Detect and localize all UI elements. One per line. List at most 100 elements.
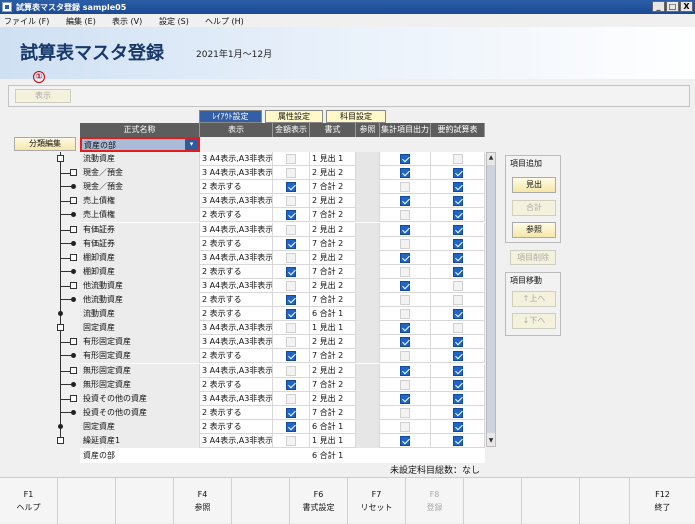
checkbox-agg[interactable]	[400, 224, 410, 235]
f12-button[interactable]: F12 終了	[630, 478, 695, 524]
table-row[interactable]: 他流動資産 3 A4表示,A3非表示 2 見出 2	[80, 278, 485, 293]
f1-button[interactable]: F1 ヘルプ	[0, 478, 58, 524]
cell-name[interactable]: 有価証券	[80, 236, 200, 251]
cell-display[interactable]: 3 A4表示,A3非表示	[200, 434, 273, 448]
cell-name[interactable]: 有価証券	[80, 222, 200, 237]
cell-name[interactable]: 棚卸資産	[80, 250, 200, 265]
table-row[interactable]: 売上債権 3 A4表示,A3非表示 2 見出 2	[80, 194, 485, 209]
menu-edit[interactable]: 編集 (E)	[66, 16, 96, 27]
checkbox-amt[interactable]	[286, 182, 296, 193]
checkbox-amt[interactable]	[286, 379, 296, 390]
checkbox-agg[interactable]	[400, 323, 410, 334]
checkbox-agg[interactable]	[400, 210, 410, 221]
cell-display[interactable]: 2 表示する	[200, 349, 273, 364]
checkbox-amt[interactable]	[286, 365, 296, 376]
cell-name[interactable]: 有形固定資産	[80, 335, 200, 350]
move-down-button[interactable]: ↓下へ	[512, 313, 556, 329]
table-row[interactable]: 有形固定資産 2 表示する 7 合計 2	[80, 349, 485, 364]
cell-format[interactable]: 7 合計 2	[310, 208, 356, 223]
cell-name[interactable]: 投資その他の資産	[80, 405, 200, 420]
checkbox-agg[interactable]	[400, 266, 410, 277]
table-row[interactable]: 固定資産 3 A4表示,A3非表示 1 見出 1	[80, 321, 485, 336]
checkbox-sum[interactable]	[453, 154, 463, 164]
checkbox-agg[interactable]	[400, 252, 410, 263]
checkbox-agg[interactable]	[400, 436, 410, 446]
checkbox-sum[interactable]	[453, 238, 463, 249]
cell-name[interactable]: 現金／預金	[80, 166, 200, 181]
checkbox-sum[interactable]	[453, 210, 463, 221]
tree-node-expand[interactable]	[70, 225, 77, 233]
cell-display[interactable]: 2 表示する	[200, 236, 273, 251]
table-row[interactable]: 投資その他の資産 2 表示する 7 合計 2	[80, 405, 485, 420]
checkbox-sum[interactable]	[453, 379, 463, 390]
total-button[interactable]: 合計	[512, 200, 556, 216]
table-row[interactable]: 固定資産 2 表示する 6 合計 1	[80, 419, 485, 434]
checkbox-amt[interactable]	[286, 266, 296, 277]
cell-name[interactable]: 流動資産	[80, 307, 200, 322]
table-row[interactable]: 現金／預金 2 表示する 7 合計 2	[80, 180, 485, 195]
cell-format[interactable]: 6 合計 1	[310, 419, 356, 434]
cell-name[interactable]: 投資その他の資産	[80, 391, 200, 406]
cell-display[interactable]: 2 表示する	[200, 293, 273, 307]
scroll-up-icon[interactable]: ▲	[487, 153, 495, 163]
tab-attribute[interactable]: 属性設定	[265, 110, 323, 123]
reference-button[interactable]: 参照	[512, 222, 556, 238]
table-row[interactable]: 投資その他の資産 3 A4表示,A3非表示 2 見出 2	[80, 391, 485, 406]
cell-display[interactable]: 3 A4表示,A3非表示	[200, 194, 273, 209]
cell-display[interactable]: 3 A4表示,A3非表示	[200, 278, 273, 293]
checkbox-amt[interactable]	[286, 224, 296, 235]
menu-help[interactable]: ヘルプ (H)	[205, 16, 244, 27]
table-row[interactable]: 流動資産 3 A4表示,A3非表示 1 見出 1	[80, 152, 485, 166]
checkbox-sum[interactable]	[453, 421, 463, 432]
checkbox-sum[interactable]	[453, 295, 463, 305]
cell-name[interactable]: 有形固定資産	[80, 349, 200, 364]
table-row[interactable]: 他流動資産 2 表示する 7 合計 2	[80, 293, 485, 307]
cell-display[interactable]: 3 A4表示,A3非表示	[200, 250, 273, 265]
checkbox-sum[interactable]	[453, 365, 463, 376]
table-row[interactable]: 流動資産 2 表示する 6 合計 1	[80, 307, 485, 322]
cell-format[interactable]: 7 合計 2	[310, 349, 356, 364]
cell-format[interactable]: 2 見出 2	[310, 194, 356, 209]
cell-name[interactable]: 無形固定資産	[80, 363, 200, 378]
checkbox-amt[interactable]	[286, 210, 296, 221]
checkbox-amt[interactable]	[286, 295, 296, 305]
table-row[interactable]: 有価証券 3 A4表示,A3非表示 2 見出 2	[80, 222, 485, 237]
cell-format[interactable]: 2 見出 2	[310, 222, 356, 237]
cell-name[interactable]: 他流動資産	[80, 278, 200, 293]
grid-scrollbar[interactable]: ▲ ▼	[486, 152, 496, 447]
f7-button[interactable]: F7 リセット	[348, 478, 406, 524]
tree-node-expand[interactable]	[70, 394, 77, 402]
tree-node-expand[interactable]	[70, 253, 77, 261]
cell-format[interactable]: 2 見出 2	[310, 278, 356, 293]
cell-name[interactable]: 繰延資産1	[80, 434, 200, 448]
cell-name[interactable]: 棚卸資産	[80, 264, 200, 279]
cell-format[interactable]: 1 見出 1	[310, 434, 356, 448]
cell-format[interactable]: 7 合計 2	[310, 180, 356, 195]
cell-name[interactable]: 流動資産	[80, 152, 200, 166]
tree-node-expand[interactable]	[70, 366, 77, 374]
checkbox-agg[interactable]	[400, 337, 410, 348]
cell-display[interactable]: 2 表示する	[200, 264, 273, 279]
cell-display[interactable]: 2 表示する	[200, 419, 273, 434]
cell-format[interactable]: 7 合計 2	[310, 236, 356, 251]
chevron-down-icon[interactable]: ▾	[185, 139, 198, 150]
tree-node-expand[interactable]	[70, 169, 77, 177]
cell-display[interactable]: 3 A4表示,A3非表示	[200, 152, 273, 166]
cell-format[interactable]: 2 見出 2	[310, 391, 356, 406]
checkbox-amt[interactable]	[286, 154, 296, 164]
cell-format[interactable]: 7 合計 2	[310, 405, 356, 420]
menu-settings[interactable]: 設定 (S)	[159, 16, 189, 27]
checkbox-amt[interactable]	[286, 238, 296, 249]
cell-name[interactable]: 無形固定資産	[80, 377, 200, 392]
heading-button[interactable]: 見出	[512, 177, 556, 193]
cell-name[interactable]: 売上債権	[80, 208, 200, 223]
checkbox-sum[interactable]	[453, 337, 463, 348]
cell-name[interactable]: 固定資産	[80, 321, 200, 336]
checkbox-agg[interactable]	[400, 196, 410, 207]
cell-format[interactable]: 2 見出 2	[310, 250, 356, 265]
table-row[interactable]: 有価証券 2 表示する 7 合計 2	[80, 236, 485, 251]
checkbox-sum[interactable]	[453, 351, 463, 362]
checkbox-amt[interactable]	[286, 168, 296, 179]
cell-format[interactable]: 2 見出 2	[310, 166, 356, 181]
cell-name[interactable]: 固定資産	[80, 419, 200, 434]
